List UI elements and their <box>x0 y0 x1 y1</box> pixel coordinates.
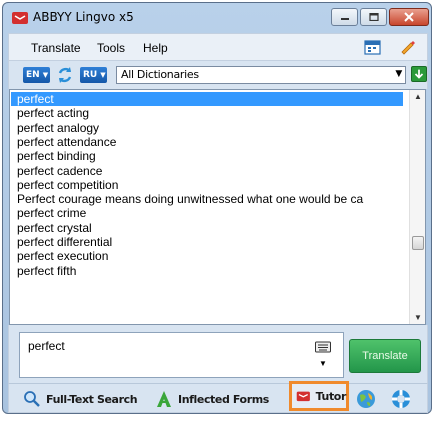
minimize-icon <box>340 18 349 20</box>
chevron-down-icon: ▼ <box>100 71 106 79</box>
word-list-item[interactable]: perfect cadence <box>11 164 403 178</box>
maximize-icon <box>368 13 379 21</box>
tutor-label: Tutor <box>315 389 347 403</box>
full-text-search-button[interactable]: Full-Text Search <box>23 386 138 412</box>
inflected-forms-button[interactable]: Inflected Forms <box>155 386 269 412</box>
chevron-down-icon: ▼ <box>42 71 49 79</box>
word-list[interactable]: ▲ ▼ perfect perfect acting perfect analogy… <box>9 89 426 325</box>
dictionary-select-value: All Dictionaries <box>121 68 199 81</box>
bottom-toolbar: Full-Text Search Inflected Forms Tutor <box>8 381 428 413</box>
word-list-item[interactable]: perfect fifth <box>11 264 403 278</box>
full-text-search-label: Full-Text Search <box>46 392 138 406</box>
source-language-label: EN <box>26 70 40 80</box>
title-bar[interactable]: ABBYY Lingvo x5 <box>3 3 431 31</box>
keyboard-icon[interactable] <box>315 341 331 353</box>
calendar-icon[interactable] <box>364 39 382 55</box>
word-list-item[interactable]: perfect competition <box>11 178 403 192</box>
tutor-button[interactable]: Tutor <box>289 381 349 411</box>
download-arrow-icon[interactable] <box>411 66 427 82</box>
dictionary-select[interactable]: All Dictionaries ▼ <box>116 66 406 84</box>
scroll-thumb[interactable] <box>412 236 424 250</box>
letter-a-icon <box>157 391 171 407</box>
menu-tools[interactable]: Tools <box>97 41 125 55</box>
input-area: perfect ▼ Translate <box>8 325 428 383</box>
menu-translate[interactable]: Translate <box>31 41 81 55</box>
menu-bar: Translate Tools Help <box>8 33 428 61</box>
target-language-button[interactable]: RU ▼ <box>80 67 107 83</box>
chevron-down-icon: ▼ <box>395 69 402 79</box>
magnifier-icon <box>24 391 40 407</box>
scroll-up-icon[interactable]: ▲ <box>414 92 422 101</box>
word-list-scrollbar[interactable]: ▲ ▼ <box>409 90 425 324</box>
pen-icon[interactable] <box>399 39 417 55</box>
word-list-item[interactable]: perfect <box>11 92 403 106</box>
word-list-item[interactable]: perfect differential <box>11 235 403 249</box>
word-list-item[interactable]: perfect binding <box>11 149 403 163</box>
word-list-item[interactable]: perfect attendance <box>11 135 403 149</box>
word-list-item[interactable]: perfect execution <box>11 249 403 263</box>
word-list-item[interactable]: perfect analogy <box>11 121 403 135</box>
inflected-forms-label: Inflected Forms <box>178 392 269 406</box>
close-button[interactable] <box>389 8 429 26</box>
scroll-down-icon[interactable]: ▼ <box>414 313 422 322</box>
maximize-button[interactable] <box>360 8 387 26</box>
query-input[interactable]: perfect <box>19 332 344 378</box>
translate-button[interactable]: Translate <box>349 339 421 373</box>
lingvo-window: ABBYY Lingvo x5 Translate Tools Help EN … <box>2 2 432 414</box>
word-list-item[interactable]: perfect acting <box>11 106 403 120</box>
word-list-item[interactable]: perfect crime <box>11 206 403 220</box>
swap-languages-icon[interactable] <box>56 66 74 84</box>
globe-icon[interactable] <box>356 389 376 409</box>
target-language-label: RU <box>83 70 98 80</box>
dictionary-bar: EN ▼ RU ▼ All Dictionaries ▼ <box>8 61 428 89</box>
menu-help[interactable]: Help <box>143 41 168 55</box>
source-language-button[interactable]: EN ▼ <box>23 67 50 83</box>
window-title: ABBYY Lingvo x5 <box>33 10 134 24</box>
tutor-icon <box>296 391 310 402</box>
chevron-down-icon[interactable]: ▼ <box>319 359 327 368</box>
lingvo-logo-icon <box>12 12 28 24</box>
minimize-button[interactable] <box>331 8 358 26</box>
lifebuoy-icon[interactable] <box>391 389 411 409</box>
word-list-item[interactable]: Perfect courage means doing unwitnessed … <box>11 192 403 206</box>
close-icon <box>404 12 414 22</box>
word-list-item[interactable]: perfect crystal <box>11 221 403 235</box>
